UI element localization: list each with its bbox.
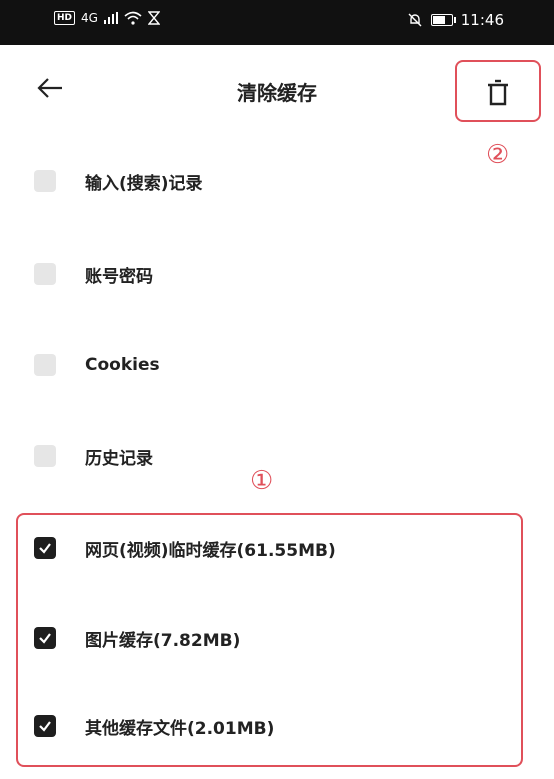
checkmark-icon: [39, 633, 51, 644]
hourglass-icon: [147, 11, 160, 25]
option-label: 网页(视频)临时缓存(61.55MB): [85, 540, 336, 561]
option-label: 历史记录: [85, 448, 153, 469]
checkbox[interactable]: [34, 263, 56, 285]
battery-icon: [430, 14, 456, 26]
checkmark-icon: [39, 543, 51, 554]
checkbox[interactable]: [34, 715, 56, 737]
option-account-password[interactable]: 账号密码: [0, 248, 554, 300]
option-label: 图片缓存(7.82MB): [85, 630, 241, 651]
status-bar: HD 4G 11:46: [0, 0, 554, 45]
signal-icon: [103, 12, 118, 24]
bell-off-icon: [408, 13, 422, 27]
checkbox[interactable]: [34, 354, 56, 376]
checkbox[interactable]: [34, 537, 56, 559]
wifi-icon: [124, 11, 142, 25]
option-label: 其他缓存文件(2.01MB): [85, 718, 275, 739]
checkmark-icon: [39, 721, 51, 732]
hd-badge: HD: [54, 11, 76, 25]
option-browse-history[interactable]: 历史记录: [0, 430, 554, 482]
annotation-marker-1: ①: [250, 466, 274, 496]
option-cookies[interactable]: Cookies: [0, 339, 554, 391]
trash-icon: [488, 79, 508, 106]
checkbox[interactable]: [34, 170, 56, 192]
status-left: HD 4G: [54, 11, 160, 25]
option-label: 账号密码: [85, 266, 153, 287]
checkbox[interactable]: [34, 445, 56, 467]
clock: 11:46: [460, 11, 504, 29]
option-other-cache-files[interactable]: 其他缓存文件(2.01MB): [0, 700, 554, 752]
delete-button[interactable]: [476, 71, 520, 115]
status-right: 11:46: [407, 11, 504, 29]
option-image-cache[interactable]: 图片缓存(7.82MB): [0, 612, 554, 664]
app-bar: 清除缓存: [0, 45, 554, 145]
option-input-search-history[interactable]: 输入(搜索)记录: [0, 155, 554, 207]
option-label: Cookies: [85, 355, 160, 375]
network-type: 4G: [81, 11, 98, 25]
checkbox[interactable]: [34, 627, 56, 649]
option-label: 输入(搜索)记录: [85, 173, 203, 194]
option-web-video-cache[interactable]: 网页(视频)临时缓存(61.55MB): [0, 522, 554, 574]
